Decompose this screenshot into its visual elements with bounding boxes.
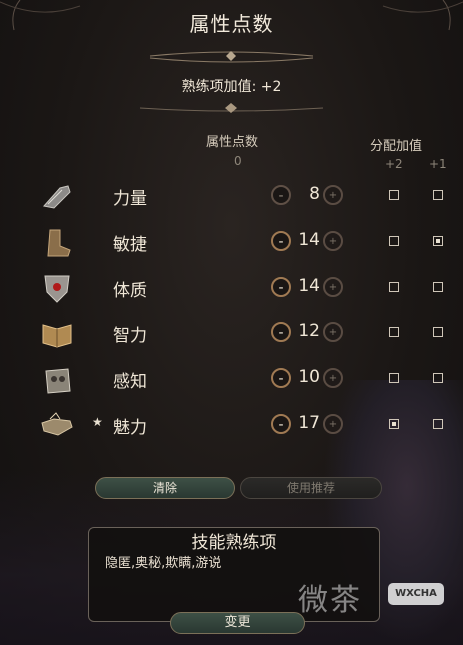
ability-row-strength: 力量 - 8 + xyxy=(0,176,463,216)
plus2-checkbox[interactable] xyxy=(389,373,399,383)
ability-row-wisdom: 感知 - 10 + xyxy=(0,359,463,399)
plus2-checkbox[interactable] xyxy=(389,282,399,292)
decrease-button[interactable]: - xyxy=(271,368,291,388)
ability-score: 12 xyxy=(298,321,320,341)
increase-button[interactable]: + xyxy=(323,414,343,434)
constitution-heart-icon xyxy=(44,275,70,303)
proficiency-bonus: 熟练项加值: +2 xyxy=(181,79,282,95)
increase-button[interactable]: + xyxy=(323,277,343,297)
watermark-text: 微茶 xyxy=(298,583,362,618)
plus1-checkbox[interactable] xyxy=(433,236,443,246)
ability-row-intelligence: 智力 - 12 + xyxy=(0,313,463,353)
use-recommended-button[interactable]: 使用推荐 xyxy=(240,477,382,499)
ability-name: 智力 xyxy=(113,326,147,346)
ability-row-dexterity: 敏捷 - 14 + xyxy=(0,222,463,262)
ability-name: 力量 xyxy=(113,189,147,209)
ability-score: 8 xyxy=(309,184,320,204)
ability-name: 体质 xyxy=(113,281,147,301)
increase-button[interactable]: + xyxy=(323,231,343,251)
plus1-checkbox[interactable] xyxy=(433,190,443,200)
ability-score: 14 xyxy=(298,276,320,296)
plus2-checkbox[interactable] xyxy=(389,327,399,337)
increase-button[interactable]: + xyxy=(323,185,343,205)
assign-bonus-header: 分配加值 xyxy=(370,139,423,154)
panel-title: 属性点数 xyxy=(189,12,274,36)
decrease-button[interactable]: - xyxy=(271,231,291,251)
plus1-checkbox[interactable] xyxy=(433,419,443,429)
plus2-checkbox[interactable] xyxy=(389,236,399,246)
prof-divider-ornament xyxy=(139,103,324,113)
points-remaining: 0 xyxy=(234,154,242,168)
wisdom-owl-icon xyxy=(45,368,71,394)
dexterity-boot-icon xyxy=(47,229,71,257)
ability-name: 敏捷 xyxy=(113,235,147,255)
increase-button[interactable]: + xyxy=(323,368,343,388)
decrease-button[interactable]: - xyxy=(271,322,291,342)
ability-row-constitution: 体质 - 14 + xyxy=(0,268,463,308)
skills-list: 隐匿,奥秘,欺瞒,游说 xyxy=(105,556,222,571)
plus2-checkbox[interactable] xyxy=(389,190,399,200)
skills-title: 技能熟练项 xyxy=(191,533,277,553)
ability-score: 17 xyxy=(298,413,320,433)
points-header: 属性点数 xyxy=(206,135,259,150)
primary-ability-star-icon: ★ xyxy=(92,415,103,429)
decrease-button[interactable]: - xyxy=(271,414,291,434)
ability-name: 感知 xyxy=(113,372,147,392)
plus2-checkbox[interactable] xyxy=(389,419,399,429)
ability-score: 14 xyxy=(298,230,320,250)
title-divider-ornament xyxy=(149,51,314,63)
strength-gauntlet-icon xyxy=(43,185,71,209)
ability-name: 魅力 xyxy=(113,418,147,438)
intelligence-book-icon xyxy=(42,324,72,348)
clear-button[interactable]: 清除 xyxy=(95,477,235,499)
charisma-hand-icon xyxy=(41,412,73,436)
bonus-plus2-label: +2 xyxy=(385,157,403,171)
change-skills-button[interactable]: 变更 xyxy=(170,612,305,634)
decrease-button[interactable]: - xyxy=(271,277,291,297)
ability-row-charisma: ★ 魅力 - 17 + xyxy=(0,405,463,445)
increase-button[interactable]: + xyxy=(323,322,343,342)
plus1-checkbox[interactable] xyxy=(433,327,443,337)
bonus-plus1-label: +1 xyxy=(429,157,447,171)
decrease-button[interactable]: - xyxy=(271,185,291,205)
watermark-badge: WXCHA xyxy=(388,583,444,605)
plus1-checkbox[interactable] xyxy=(433,282,443,292)
ability-score: 10 xyxy=(298,367,320,387)
plus1-checkbox[interactable] xyxy=(433,373,443,383)
